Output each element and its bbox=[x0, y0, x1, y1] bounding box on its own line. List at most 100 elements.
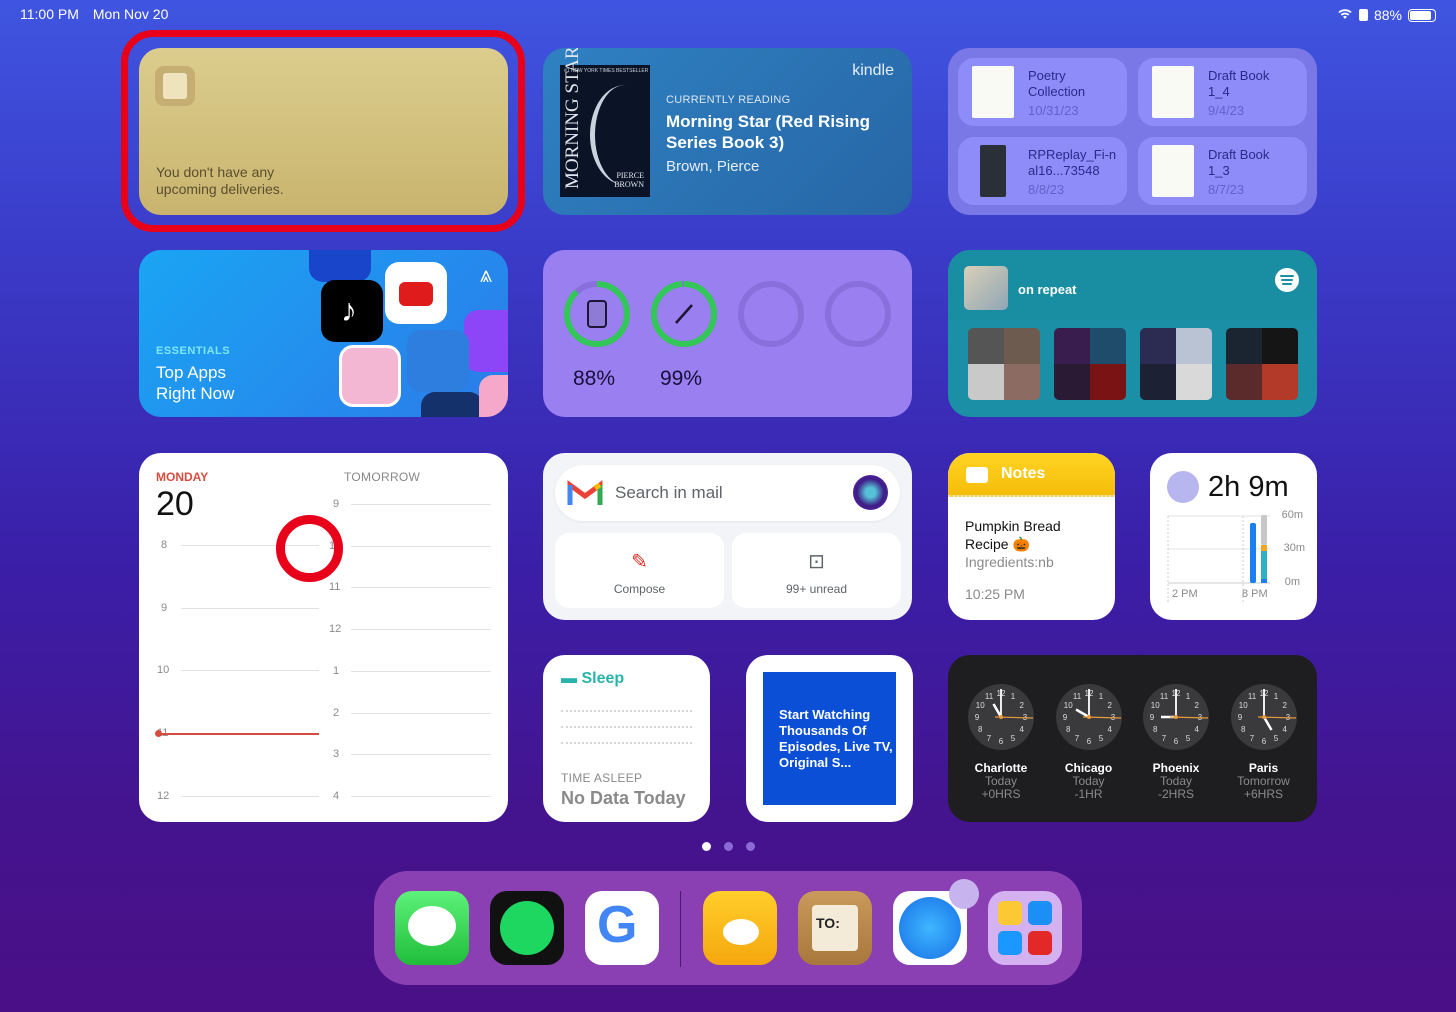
page-indicator[interactable] bbox=[702, 842, 755, 851]
mail-search-input[interactable]: Search in mail bbox=[555, 465, 900, 521]
album-tile[interactable] bbox=[1054, 328, 1126, 400]
page-dot[interactable] bbox=[702, 842, 711, 851]
clock-city: Phoenix bbox=[1152, 761, 1200, 775]
book-author: Brown, Pierce bbox=[666, 158, 760, 175]
hour-label: 8 bbox=[161, 539, 168, 551]
file-date: 10/31/23 bbox=[1028, 103, 1079, 118]
google-app-icon[interactable]: G bbox=[585, 891, 659, 965]
hour-line bbox=[351, 504, 491, 505]
file-date: 8/7/23 bbox=[1208, 182, 1245, 197]
playlist-name[interactable]: on repeat bbox=[1018, 282, 1077, 297]
album-tile[interactable] bbox=[1226, 328, 1298, 400]
battery-ring-pencil bbox=[651, 281, 717, 347]
app-store-widget[interactable]: ♪ ESSENTIALS Top Apps Right Now ⩓ bbox=[139, 250, 508, 417]
world-clock[interactable]: 123456789101112 CharlotteToday+0HRS bbox=[966, 683, 1036, 801]
svg-text:5: 5 bbox=[1011, 734, 1016, 743]
svg-text:1: 1 bbox=[1273, 692, 1278, 701]
spotify-app-icon[interactable] bbox=[490, 891, 564, 965]
usage-bar bbox=[1261, 579, 1267, 583]
clock-face: 123456789101112 bbox=[1143, 684, 1209, 750]
orientation-lock-icon bbox=[1358, 9, 1368, 21]
messages-app-icon[interactable] bbox=[395, 891, 469, 965]
svg-text:6: 6 bbox=[1086, 737, 1091, 746]
screen-time-widget[interactable]: 2h 9m 60m 30m 0m 2 PM 8 PM bbox=[1150, 453, 1317, 620]
page-dot[interactable] bbox=[746, 842, 755, 851]
highlight-circle-annotation bbox=[276, 515, 343, 582]
usage-bar bbox=[1261, 551, 1267, 579]
svg-text:7: 7 bbox=[1162, 734, 1167, 743]
handoff-badge-icon[interactable] bbox=[949, 879, 979, 909]
svg-text:1: 1 bbox=[1186, 692, 1191, 701]
playlist-cover[interactable] bbox=[964, 266, 1008, 310]
hour-line bbox=[351, 629, 491, 631]
file-item[interactable]: RPReplay_Fi-nal16...73548 8/8/23 bbox=[958, 137, 1127, 205]
battery-percent-ipad: 88% bbox=[573, 367, 616, 390]
compose-button[interactable]: ✎ Compose bbox=[555, 533, 724, 608]
svg-text:10: 10 bbox=[976, 701, 985, 710]
svg-text:7: 7 bbox=[1249, 734, 1254, 743]
hour-line bbox=[351, 754, 491, 756]
tv-promo-widget[interactable]: Start Watching Thousands Of Episodes, Li… bbox=[746, 655, 913, 822]
file-item[interactable]: Draft Book 1_4 9/4/23 bbox=[1138, 58, 1307, 126]
app-icon bbox=[309, 250, 371, 282]
world-clock-widget[interactable]: 123456789101112 CharlotteToday+0HRS 1234… bbox=[948, 655, 1317, 822]
cover-author: PIERCE BROWN bbox=[614, 171, 644, 189]
status-date: Mon Nov 20 bbox=[92, 6, 169, 22]
app-store-icon: ⩓ bbox=[479, 262, 492, 287]
gmail-widget: Search in mail ✎ Compose ⊡ 99+ unread bbox=[543, 453, 912, 620]
world-clock[interactable]: 123456789101112 PhoenixToday-2HRS bbox=[1141, 683, 1211, 801]
wifi-icon bbox=[1337, 7, 1353, 23]
sleep-title: ▬ Sleep bbox=[561, 670, 624, 688]
svg-text:11: 11 bbox=[985, 692, 994, 701]
youtube-icon bbox=[385, 262, 447, 324]
svg-text:4: 4 bbox=[1195, 725, 1200, 734]
unread-label: 99+ unread bbox=[785, 582, 848, 596]
sleep-widget[interactable]: ▬ Sleep TIME ASLEEP No Data Today bbox=[543, 655, 710, 822]
spotify-widget[interactable]: on repeat bbox=[948, 250, 1317, 417]
svg-text:2: 2 bbox=[1020, 701, 1025, 710]
file-item[interactable]: Poetry Collection 10/31/23 bbox=[958, 58, 1127, 126]
file-thumbnail bbox=[1152, 66, 1194, 118]
piggy-bank-app-icon[interactable] bbox=[703, 891, 777, 965]
album-tile[interactable] bbox=[968, 328, 1040, 400]
file-name: Poetry Collection bbox=[1028, 68, 1086, 99]
svg-text:10: 10 bbox=[1151, 701, 1160, 710]
svg-text:8: 8 bbox=[1153, 725, 1158, 734]
status-bar: 11:00 PM Mon Nov 20 88% bbox=[20, 6, 1436, 24]
hour-line bbox=[181, 795, 319, 797]
usage-bar bbox=[1261, 545, 1267, 551]
page-dot[interactable] bbox=[724, 842, 733, 851]
kindle-widget[interactable]: #1 NEW YORK TIMES BESTSELLER MORNING STA… bbox=[543, 48, 912, 215]
avatar[interactable] bbox=[853, 475, 888, 510]
cover-title: MORNING STAR bbox=[562, 48, 583, 189]
calendar-widget[interactable]: MONDAY 20 TOMORROW 8910111291011121234 bbox=[139, 453, 508, 822]
clock-face: 123456789101112 bbox=[968, 684, 1034, 750]
battery-percent-pencil: 99% bbox=[660, 367, 703, 390]
hour-label: 9 bbox=[333, 498, 340, 510]
notes-app-label: Notes bbox=[1001, 465, 1046, 482]
svg-text:1: 1 bbox=[1011, 692, 1016, 701]
files-widget: Poetry Collection 10/31/23 Draft Book 1_4… bbox=[948, 48, 1317, 215]
file-item[interactable]: Draft Book 1_3 8/7/23 bbox=[1138, 137, 1307, 205]
battery-icon bbox=[1408, 8, 1436, 22]
app-library-icon[interactable] bbox=[988, 891, 1062, 965]
hour-line bbox=[351, 670, 491, 672]
svg-text:11: 11 bbox=[1160, 692, 1169, 701]
svg-text:5: 5 bbox=[1098, 734, 1103, 743]
file-thumbnail bbox=[980, 145, 1006, 197]
spotify-logo-icon bbox=[1275, 268, 1299, 292]
essentials-label: ESSENTIALS bbox=[156, 345, 231, 357]
clock-offset: +0HRS bbox=[981, 787, 1021, 801]
weekday-label: MONDAY bbox=[156, 470, 209, 484]
unread-button[interactable]: ⊡ 99+ unread bbox=[732, 533, 901, 608]
world-clock[interactable]: 123456789101112 ChicagoToday-1HR bbox=[1054, 683, 1124, 801]
notes-widget[interactable]: Notes Pumpkin Bread Recipe 🎃 Ingredients… bbox=[948, 453, 1115, 620]
album-tile[interactable] bbox=[1140, 328, 1212, 400]
deliveries-app-icon[interactable]: TO: bbox=[798, 891, 872, 965]
hour-line bbox=[351, 795, 491, 797]
folder-icon bbox=[966, 467, 988, 483]
world-clock[interactable]: 123456789101112 ParisTomorrow+6HRS bbox=[1229, 683, 1299, 801]
ipad-icon bbox=[587, 300, 607, 328]
clock-offset: -2HRS bbox=[1157, 787, 1194, 801]
gmail-logo-icon bbox=[567, 480, 603, 505]
